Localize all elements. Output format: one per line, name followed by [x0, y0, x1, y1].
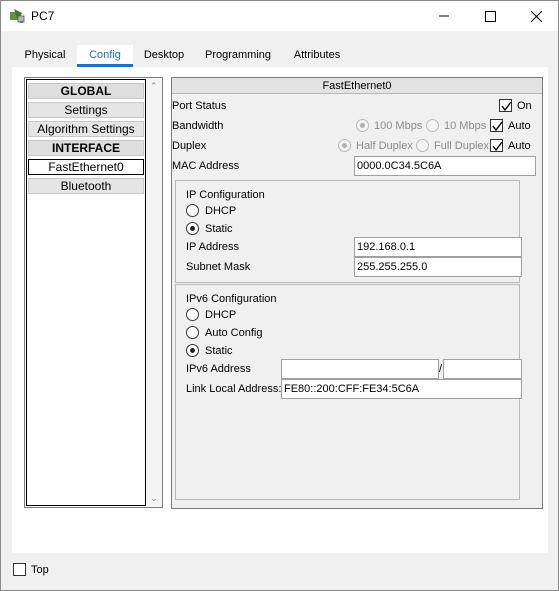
duplex-label: Duplex — [172, 140, 207, 152]
checkmark-icon — [492, 141, 503, 152]
sidebar-list: GLOBAL Settings Algorithm Settings INTER… — [26, 79, 146, 506]
scroll-up-icon[interactable]: ⌃ — [150, 81, 158, 92]
ipv6-prefix-field[interactable] — [443, 359, 522, 379]
ipv6-dhcp-label: DHCP — [205, 309, 237, 321]
ipv6-auto-config-label: Auto Config — [205, 327, 263, 339]
window-title: PC7 — [31, 9, 55, 23]
tab-attributes[interactable]: Attributes — [285, 45, 349, 67]
ipv4-static-radio[interactable] — [186, 222, 199, 235]
ip-configuration-group: IP Configuration DHCP Static IP Address … — [175, 180, 522, 283]
checkmark-icon — [492, 121, 503, 132]
duplex-auto-label: Auto — [508, 140, 531, 152]
port-status-label: Port Status — [172, 100, 227, 112]
sidebar-item-bluetooth[interactable]: Bluetooth — [28, 178, 144, 194]
close-button[interactable] — [513, 1, 559, 31]
duplex-full-label: Full Duplex — [434, 140, 490, 152]
bandwidth-100-radio[interactable] — [356, 119, 369, 132]
minimize-button[interactable] — [421, 1, 467, 31]
top-label: Top — [31, 564, 49, 576]
duplex-auto-checkbox[interactable] — [490, 139, 503, 152]
ipv6-prefix-slash: / — [439, 363, 443, 375]
bandwidth-auto-checkbox[interactable] — [490, 119, 503, 132]
sidebar: GLOBAL Settings Algorithm Settings INTER… — [24, 77, 163, 508]
bandwidth-100-label: 100 Mbps — [374, 120, 423, 132]
mac-address-field[interactable]: 0000.0C34.5C6A — [354, 156, 536, 176]
minimize-icon — [439, 15, 449, 17]
scroll-down-icon[interactable]: ⌄ — [150, 493, 158, 504]
bandwidth-10-label: 10 Mbps — [444, 120, 487, 132]
ipv6-static-radio[interactable] — [186, 344, 199, 357]
ipv6-address-field[interactable] — [281, 359, 439, 379]
tab-desktop[interactable]: Desktop — [135, 45, 193, 67]
mac-address-label: MAC Address — [172, 160, 240, 172]
config-content: GLOBAL Settings Algorithm Settings INTER… — [12, 67, 548, 553]
top-checkbox[interactable] — [13, 563, 26, 576]
tab-config[interactable]: Config — [77, 45, 133, 67]
port-status-on-label: On — [517, 100, 532, 112]
sidebar-item-settings[interactable]: Settings — [28, 102, 144, 118]
tab-programming[interactable]: Programming — [199, 45, 277, 67]
pc7-window: PC7 Physical Config Desktop Programming … — [0, 0, 559, 591]
subnet-mask-field[interactable]: 255.255.255.0 — [354, 257, 522, 277]
port-status-on-checkbox[interactable] — [499, 99, 512, 112]
ipv4-static-label: Static — [205, 223, 233, 235]
sidebar-header-global: GLOBAL — [28, 83, 144, 99]
link-local-address-field[interactable]: FE80::200:CFF:FE34:5C6A — [281, 379, 522, 399]
maximize-icon — [484, 10, 496, 22]
subnet-mask-label: Subnet Mask — [186, 261, 251, 273]
sidebar-item-algorithm-settings[interactable]: Algorithm Settings — [28, 121, 144, 137]
ipv6-dhcp-radio[interactable] — [186, 308, 199, 321]
bandwidth-label: Bandwidth — [172, 120, 224, 132]
ip-address-field[interactable]: 192.168.0.1 — [354, 237, 522, 257]
checkmark-icon — [501, 101, 512, 112]
close-icon — [530, 10, 542, 22]
title-bar: PC7 — [1, 1, 558, 31]
sidebar-item-fastethernet0[interactable]: FastEthernet0 — [28, 159, 144, 175]
ip-address-label: IP Address — [186, 241, 239, 253]
bandwidth-auto-label: Auto — [508, 120, 531, 132]
ip-configuration-title: IP Configuration — [186, 189, 265, 201]
ipv4-dhcp-label: DHCP — [205, 205, 237, 217]
interface-panel: FastEthernet0 Port Status On Bandwidth 1… — [171, 77, 543, 509]
ipv6-auto-config-radio[interactable] — [186, 326, 199, 339]
duplex-half-radio[interactable] — [338, 139, 351, 152]
duplex-half-label: Half Duplex — [356, 140, 413, 152]
panel-title: FastEthernet0 — [172, 78, 542, 94]
packet-tracer-pc-icon — [9, 8, 27, 24]
bandwidth-10-radio[interactable] — [426, 119, 439, 132]
sidebar-header-interface: INTERFACE — [28, 140, 144, 156]
ipv6-static-label: Static — [205, 345, 233, 357]
link-local-address-label: Link Local Address: — [186, 383, 282, 395]
ipv6-configuration-title: IPv6 Configuration — [186, 293, 277, 305]
ipv4-dhcp-radio[interactable] — [186, 204, 199, 217]
tab-physical[interactable]: Physical — [13, 45, 77, 67]
ipv6-configuration-group: IPv6 Configuration DHCP Auto Config Stat… — [175, 284, 522, 500]
ipv6-address-label: IPv6 Address — [186, 363, 251, 375]
duplex-full-radio[interactable] — [416, 139, 429, 152]
sidebar-scrollbar[interactable]: ⌃ ⌄ — [147, 79, 162, 506]
maximize-button[interactable] — [467, 1, 513, 31]
